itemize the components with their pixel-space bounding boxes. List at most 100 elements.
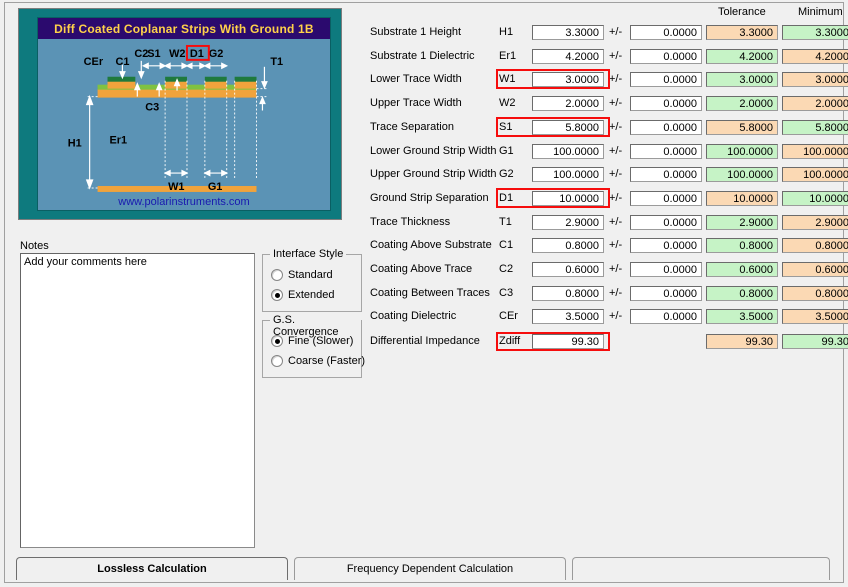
notes-input[interactable]: Add your comments here [20,253,255,548]
parameter-symbol: S1 [499,120,513,133]
column-header-tolerance: Tolerance [718,6,766,18]
result-minimum: 99.30 [706,334,778,349]
radio-label-standard: Standard [288,269,333,281]
parameter-minimum: 3.0000 [706,72,778,88]
diagram-url: www.polarinstruments.com [118,196,250,208]
tab-extra[interactable] [572,557,830,580]
parameter-maximum: 3.5000 [782,309,848,325]
parameter-row: Trace Thickness T1 2.9000 +/- 0.0000 2.9000 2.… [366,214,848,231]
parameter-row: Coating Above Substrate C1 0.8000 +/- 0.0000… [366,237,848,254]
parameter-tolerance-input[interactable]: 0.0000 [630,143,702,159]
parameter-symbol: C1 [499,239,514,252]
parameter-tolerance-input[interactable]: 0.0000 [630,119,702,135]
plus-minus-label: +/- [609,120,623,133]
parameter-row: Substrate 1 Dielectric Er1 4.2000 +/- 0.0000… [366,48,848,65]
parameter-label: Upper Trace Width [370,97,462,110]
parameter-value-input[interactable]: 2.9000 [532,214,604,230]
tab-lossless-calculation[interactable]: Lossless Calculation [16,557,288,580]
parameter-label: Coating Dielectric [370,310,457,323]
radio-icon-fine [271,335,283,347]
radio-interface-extended[interactable]: Extended [271,289,334,301]
parameter-value-input[interactable]: 4.2000 [532,48,604,64]
parameter-maximum: 2.9000 [782,214,848,230]
diagram-label-w2: W2 [169,48,185,60]
result-value-input[interactable]: 99.30 [532,334,604,349]
parameter-row: Coating Above Trace C2 0.6000 +/- 0.0000 0.60… [366,261,848,278]
parameter-tolerance-input[interactable]: 0.0000 [630,214,702,230]
parameter-symbol: Er1 [499,49,517,62]
plus-minus-label: +/- [609,310,623,323]
parameter-value-input[interactable]: 3.0000 [532,72,604,88]
parameter-maximum: 100.0000 [782,143,848,159]
parameter-value-input[interactable]: 0.6000 [532,262,604,277]
parameter-maximum: 5.8000 [782,119,848,135]
result-maximum: 99.30 [782,334,848,349]
parameter-value-input[interactable]: 2.0000 [532,96,604,112]
parameter-value-input[interactable]: 3.3000 [532,25,604,40]
parameter-value-input[interactable]: 5.8000 [532,119,604,135]
diagram-label-g1: G1 [208,181,223,193]
parameter-label: Coating Between Traces [370,286,490,299]
parameter-tolerance-input[interactable]: 0.0000 [630,96,702,112]
parameter-maximum: 3.0000 [782,72,848,88]
parameter-tolerance-input[interactable]: 0.0000 [630,309,702,325]
gs-convergence-group: G.S. Convergence Fine (Slower) Coarse (F… [262,314,365,378]
diagram-label-h1: H1 [68,137,82,149]
column-header-minimum: Minimum [798,6,843,18]
parameter-tolerance-input[interactable]: 0.0000 [630,72,702,88]
parameter-tolerance-input[interactable]: 0.0000 [630,190,702,206]
parameter-minimum: 10.0000 [706,190,778,206]
radio-convergence-coarse[interactable]: Coarse (Faster) [271,355,365,367]
diagram-label-g2: G2 [209,48,224,60]
parameter-tolerance-input[interactable]: 0.0000 [630,285,702,301]
parameter-tolerance-input[interactable]: 0.0000 [630,238,702,254]
parameter-tolerance-input[interactable]: 0.0000 [630,262,702,277]
radio-label-fine: Fine (Slower) [288,335,354,347]
parameter-tolerance-input[interactable]: 0.0000 [630,167,702,183]
parameter-row: Upper Trace Width W2 2.0000 +/- 0.0000 2.0000… [366,95,848,112]
parameter-minimum: 0.6000 [706,262,778,277]
parameter-minimum: 0.8000 [706,238,778,254]
parameter-row: Coating Dielectric CEr 3.5000 +/- 0.0000 3.50… [366,308,848,325]
radio-icon-standard [271,269,283,281]
parameter-tolerance-input[interactable]: 0.0000 [630,48,702,64]
parameter-symbol: W2 [499,97,516,110]
parameter-minimum: 3.5000 [706,309,778,325]
parameter-symbol: H1 [499,26,514,38]
parameter-symbol: G1 [499,144,514,157]
parameter-minimum: 2.0000 [706,96,778,112]
parameter-minimum: 3.3000 [706,25,778,40]
parameter-value-input[interactable]: 3.5000 [532,309,604,325]
parameter-label: Lower Trace Width [370,73,462,86]
notes-label: Notes [20,240,49,252]
parameter-value-input[interactable]: 100.0000 [532,143,604,159]
plus-minus-label: +/- [609,286,623,299]
diagram-label-s1: S1 [147,48,160,60]
radio-convergence-fine[interactable]: Fine (Slower) [271,335,353,347]
parameter-tolerance-input[interactable]: 0.0000 [630,25,702,40]
parameter-minimum: 100.0000 [706,143,778,159]
parameter-value-input[interactable]: 100.0000 [532,167,604,183]
radio-interface-standard[interactable]: Standard [271,269,333,281]
parameter-row: Upper Ground Strip Width G2 100.0000 +/- 0.0… [366,166,848,183]
radio-icon-coarse [271,355,283,367]
tab-bar: Lossless Calculation Frequency Dependent… [16,557,832,581]
radio-label-coarse: Coarse (Faster) [288,355,366,367]
plus-minus-label: +/- [609,49,623,62]
parameter-value-input[interactable]: 0.8000 [532,238,604,254]
parameter-value-input[interactable]: 10.0000 [532,190,604,206]
plus-minus-label: +/- [609,239,623,252]
parameter-maximum: 0.6000 [782,262,848,277]
interface-style-group: Interface Style Standard Extended [262,248,362,312]
tab-frequency-dependent-calculation[interactable]: Frequency Dependent Calculation [294,557,566,580]
parameter-minimum: 4.2000 [706,48,778,64]
parameter-row: Lower Trace Width W1 3.0000 +/- 0.0000 3.0000… [366,69,848,90]
parameter-label: Coating Above Substrate [370,239,492,252]
parameter-symbol: G2 [499,168,514,181]
parameter-label: Trace Thickness [370,215,451,228]
plus-minus-label: +/- [609,97,623,110]
diagram-label-c1: C1 [115,56,129,68]
diagram-title: Diff Coated Coplanar Strips With Ground … [38,18,330,39]
result-row: Differential Impedance Zdiff 99.30 99.30… [366,331,848,351]
parameter-value-input[interactable]: 0.8000 [532,285,604,301]
